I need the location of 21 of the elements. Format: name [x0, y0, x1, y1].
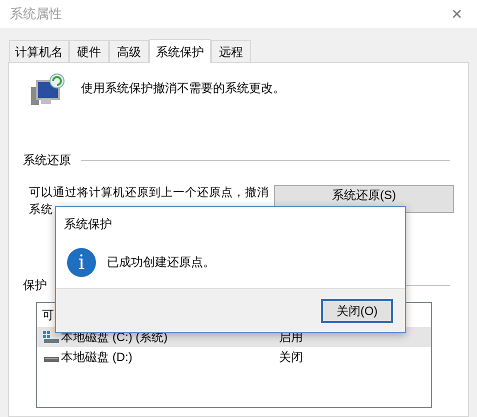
- section-heading: 系统还原: [23, 152, 71, 169]
- drive-row[interactable]: 本地磁盘 (D:) 关闭: [37, 347, 431, 367]
- column-header[interactable]: 可: [42, 306, 54, 324]
- tab[interactable]: 硬件: [69, 40, 109, 62]
- drive-name: 本地磁盘 (D:): [61, 349, 134, 366]
- computer-icon: [31, 73, 67, 107]
- tab[interactable]: 系统保护: [149, 39, 211, 63]
- dialog-title: 系统保护: [64, 216, 113, 233]
- close-dialog-button[interactable]: 关闭(O): [321, 298, 393, 322]
- tab[interactable]: 高级: [109, 40, 149, 62]
- drive-status: 关闭: [279, 349, 303, 366]
- info-icon: i: [67, 248, 96, 276]
- dialog-message: 已成功创建还原点。: [107, 254, 215, 271]
- section-heading: 保护: [23, 277, 47, 294]
- restore-description: 可以通过将计算机还原到上一个还原点，撤消 系统: [29, 186, 270, 218]
- intro-text: 使用系统保护撤消不需要的系统更改。: [81, 80, 285, 97]
- tab[interactable]: 计算机名: [9, 40, 69, 62]
- close-button[interactable]: ✕: [447, 4, 467, 24]
- tab[interactable]: 远程: [211, 40, 251, 62]
- drive-icon: [43, 331, 59, 343]
- window-title: 系统属性: [10, 5, 62, 24]
